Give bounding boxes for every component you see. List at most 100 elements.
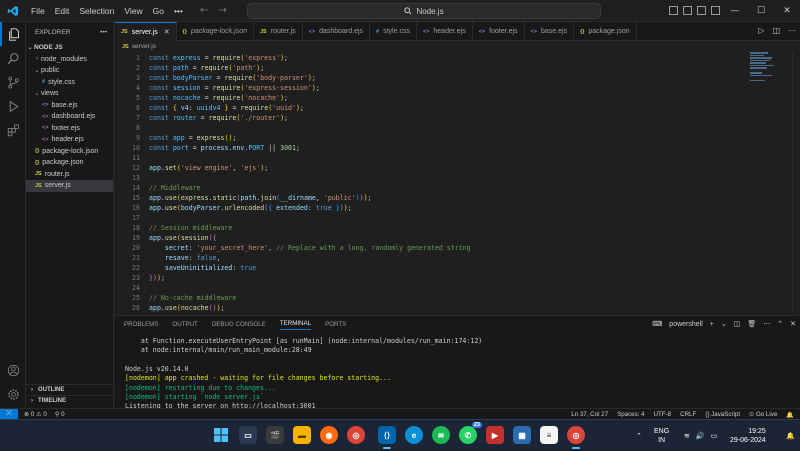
back-arrow-icon[interactable]: ←: [200, 5, 208, 16]
ports-status[interactable]: ⚲ 0: [55, 411, 65, 418]
tab-style-css[interactable]: # style.css: [370, 22, 417, 41]
tab-package-json[interactable]: {} package.json: [574, 22, 637, 41]
tree-item[interactable]: <> footer.ejs: [26, 123, 113, 135]
customize-layout-icon[interactable]: [711, 6, 720, 15]
menu-go[interactable]: Go: [148, 6, 169, 16]
notepad-icon[interactable]: ≡: [540, 426, 558, 444]
split-terminal-icon[interactable]: ◫: [734, 320, 741, 328]
tree-item[interactable]: ⌄ views: [26, 88, 113, 100]
cursor-position[interactable]: Ln 37, Col 27: [571, 411, 608, 418]
tab-router-js[interactable]: JS router.js: [254, 22, 303, 41]
breadcrumb-file[interactable]: server.js: [132, 43, 156, 50]
timeline-section[interactable]: › TIMELINE: [26, 395, 114, 406]
tab-package-lock-json[interactable]: {} package-lock.json: [177, 22, 254, 41]
media-app-icon[interactable]: 🎬: [266, 426, 284, 444]
encoding[interactable]: UTF-8: [654, 411, 672, 418]
clock[interactable]: 19:25 29-06-2024: [730, 420, 766, 451]
source-control-icon[interactable]: [0, 70, 26, 94]
task-view-icon[interactable]: ▭: [239, 426, 257, 444]
menu-more[interactable]: •••: [169, 6, 188, 16]
editor-scrollbar[interactable]: [792, 52, 800, 315]
maximize-panel-icon[interactable]: ⌃: [777, 320, 783, 328]
chrome-icon[interactable]: ◎: [347, 426, 365, 444]
explorer-icon[interactable]: [0, 22, 26, 46]
menu-view[interactable]: View: [119, 6, 147, 16]
settings-gear-icon[interactable]: [0, 382, 26, 406]
tree-item[interactable]: ⌄ public: [26, 65, 113, 77]
tree-item[interactable]: <> header.ejs: [26, 134, 113, 146]
tree-item[interactable]: › node_modules: [26, 54, 113, 66]
menu-file[interactable]: File: [26, 6, 50, 16]
tab-header-ejs[interactable]: <> header.ejs: [417, 22, 473, 41]
go-live-button[interactable]: ⊙ Go Live: [749, 411, 777, 418]
maximize-button[interactable]: ☐: [748, 0, 774, 22]
search-view-icon[interactable]: [0, 46, 26, 70]
vscode-taskbar-icon[interactable]: ⟨⟩: [378, 426, 396, 449]
file-explorer-icon[interactable]: ▬: [293, 426, 311, 444]
toggle-panel-icon[interactable]: [683, 6, 692, 15]
tab-dashboard-ejs[interactable]: <> dashboard.ejs: [303, 22, 371, 41]
workspace-root[interactable]: ⌄ NODE JS: [26, 42, 113, 54]
more-actions-icon[interactable]: ⋯: [788, 26, 796, 35]
panel-tab-problems[interactable]: PROBLEMS: [124, 321, 158, 328]
more-actions-icon[interactable]: ⋯: [763, 320, 770, 328]
tab-server-js[interactable]: JS server.js ✕: [115, 22, 177, 41]
close-window-button[interactable]: ✕: [774, 0, 800, 22]
outline-section[interactable]: › OUTLINE: [26, 384, 114, 395]
tree-item[interactable]: # style.css: [26, 77, 113, 89]
tree-item[interactable]: <> base.ejs: [26, 100, 113, 112]
panel-tab-ports[interactable]: PORTS: [325, 321, 346, 328]
minimize-button[interactable]: —: [722, 0, 748, 22]
panel-tab-terminal[interactable]: TERMINAL: [279, 320, 312, 330]
chevron-down-icon[interactable]: ⌄: [721, 320, 727, 328]
tree-item[interactable]: {} package-lock.json: [26, 146, 113, 158]
edge-icon[interactable]: e: [405, 426, 423, 444]
firefox-icon[interactable]: ◉: [320, 426, 338, 444]
notifications-bell-icon[interactable]: 🔔: [786, 411, 794, 419]
chrome-profile-icon[interactable]: ◎: [567, 426, 585, 449]
trash-icon[interactable]: 🗑: [747, 320, 756, 328]
whatsapp-icon[interactable]: ✆ 23: [459, 422, 482, 444]
toggle-sidebar-icon[interactable]: [669, 6, 678, 15]
panel-tab-debug-console[interactable]: DEBUG CONSOLE: [212, 321, 266, 328]
language-indicator[interactable]: ENG IN: [654, 420, 669, 451]
split-editor-icon[interactable]: ◫: [772, 26, 780, 35]
close-tab-icon[interactable]: ✕: [164, 28, 170, 36]
indentation[interactable]: Spaces: 4: [617, 411, 645, 418]
close-panel-icon[interactable]: ✕: [790, 320, 796, 328]
terminal-shell-label[interactable]: powershell: [669, 321, 702, 328]
command-center-search[interactable]: Node.js: [247, 3, 601, 19]
windows-start-icon[interactable]: [212, 426, 230, 444]
notification-bell-icon[interactable]: 🔔: [786, 420, 795, 451]
explorer-more-icon[interactable]: •••: [100, 29, 107, 36]
panel-tab-output[interactable]: OUTPUT: [172, 321, 197, 328]
menu-edit[interactable]: Edit: [50, 6, 75, 16]
code-token: const: [149, 74, 173, 82]
remote-indicator-icon[interactable]: ⤫: [0, 408, 18, 420]
tab-base-ejs[interactable]: <> base.ejs: [525, 22, 575, 41]
line-ending[interactable]: CRLF: [680, 411, 696, 418]
run-file-icon[interactable]: ▷: [758, 26, 764, 35]
code-editor[interactable]: 1 const express = require('express'); 2 con…: [115, 52, 800, 315]
account-icon[interactable]: [0, 358, 26, 382]
tree-item[interactable]: JS router.js: [26, 169, 113, 181]
tree-item[interactable]: JS server.js: [26, 180, 113, 192]
tray-overflow-icon[interactable]: ⌃: [636, 420, 642, 451]
toggle-secondary-sidebar-icon[interactable]: [697, 6, 706, 15]
run-debug-icon[interactable]: [0, 94, 26, 118]
minimap[interactable]: [750, 52, 790, 92]
forward-arrow-icon[interactable]: →: [218, 5, 226, 16]
youtube-icon[interactable]: ▶: [486, 426, 504, 444]
tree-item[interactable]: {} package.json: [26, 157, 113, 169]
tab-footer-ejs[interactable]: <> footer.ejs: [473, 22, 525, 41]
store-icon[interactable]: ▦: [513, 426, 531, 444]
new-terminal-icon[interactable]: +: [710, 321, 714, 328]
extensions-icon[interactable]: [0, 118, 26, 142]
tree-item[interactable]: <> dashboard.ejs: [26, 111, 113, 123]
problems-status[interactable]: ⊗ 0 ⚠ 0: [24, 411, 47, 418]
menu-selection[interactable]: Selection: [74, 6, 119, 16]
spotify-icon[interactable]: ≋: [432, 426, 450, 444]
language-mode[interactable]: {} JavaScript: [705, 411, 740, 418]
system-tray-icons[interactable]: ≋ 🔊 ▭: [684, 420, 717, 451]
tab-label: router.js: [270, 28, 296, 35]
